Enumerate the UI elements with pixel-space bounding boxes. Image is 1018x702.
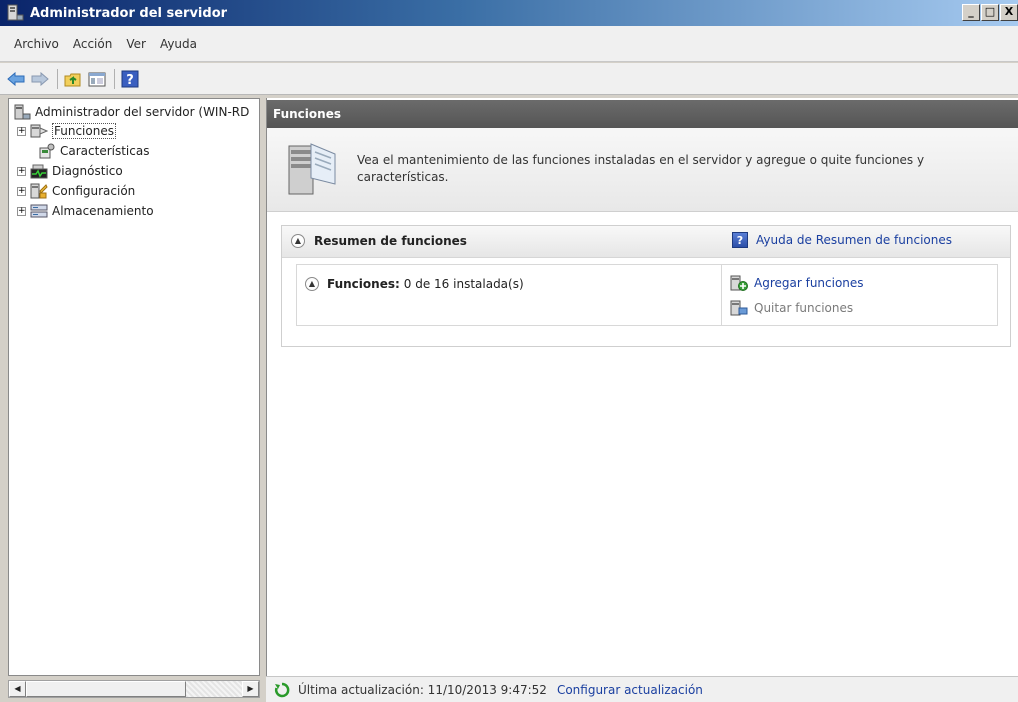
menu-archivo[interactable]: Archivo bbox=[7, 37, 66, 51]
summary-help-link-label: Ayuda de Resumen de funciones bbox=[756, 233, 952, 247]
tree-item-configuracion[interactable]: + Configuración bbox=[17, 182, 135, 200]
scroll-track[interactable] bbox=[186, 681, 242, 697]
storage-icon bbox=[30, 204, 48, 218]
window-controls: _ □ X bbox=[962, 4, 1018, 21]
roles-count-label: Funciones: bbox=[327, 277, 400, 291]
last-update-text: Última actualización: 11/10/2013 9:47:52 bbox=[298, 682, 547, 697]
minimize-button[interactable]: _ bbox=[962, 4, 980, 21]
menu-ayuda[interactable]: Ayuda bbox=[153, 37, 204, 51]
expand-toggle[interactable]: + bbox=[17, 206, 26, 216]
scroll-thumb[interactable] bbox=[26, 681, 186, 697]
remove-roles-link[interactable]: Quitar funciones bbox=[730, 300, 853, 316]
tree-item-label: Almacenamiento bbox=[52, 204, 154, 218]
scroll-left-button[interactable]: ◀ bbox=[9, 681, 26, 697]
summary-header: ▲ Resumen de funciones ? Ayuda de Resume… bbox=[282, 226, 1010, 258]
refresh-icon[interactable] bbox=[274, 682, 290, 698]
tree-item-label: Funciones bbox=[52, 123, 116, 139]
menu-bar: Archivo Acción Ver Ayuda bbox=[0, 26, 1018, 62]
configuration-icon bbox=[30, 183, 48, 199]
roles-count-row: ▲ Funciones: 0 de 16 instalada(s) bbox=[305, 277, 524, 291]
remove-roles-label: Quitar funciones bbox=[754, 301, 854, 315]
roles-actions: Agregar funciones Quitar funciones bbox=[721, 265, 999, 325]
summary-title: Resumen de funciones bbox=[314, 234, 467, 248]
show-hide-pane-icon bbox=[88, 72, 106, 86]
help-button[interactable]: ? bbox=[119, 68, 141, 90]
up-folder-button[interactable] bbox=[62, 68, 84, 90]
toolbar-separator bbox=[57, 68, 58, 89]
configure-refresh-link[interactable]: Configurar actualización bbox=[557, 683, 703, 697]
tree-item-diagnostico[interactable]: + Diagnóstico bbox=[17, 162, 123, 180]
back-icon bbox=[7, 71, 25, 86]
tree-item-label: Configuración bbox=[52, 184, 136, 198]
tree-item-caracteristicas[interactable]: Características bbox=[38, 142, 149, 160]
navigation-tree: Administrador del servidor (WIN-RD + Fun… bbox=[8, 98, 260, 676]
intro-text: Vea el mantenimiento de las funciones in… bbox=[357, 153, 925, 184]
help-icon: ? bbox=[732, 232, 748, 248]
menu-ver[interactable]: Ver bbox=[119, 37, 153, 51]
roles-summary-section: ▲ Resumen de funciones ? Ayuda de Resume… bbox=[281, 225, 1011, 347]
forward-button[interactable] bbox=[29, 68, 51, 90]
features-icon bbox=[39, 143, 55, 159]
tree-item-almacenamiento[interactable]: + Almacenamiento bbox=[17, 202, 154, 220]
summary-help-link[interactable]: ? Ayuda de Resumen de funciones bbox=[732, 232, 952, 248]
expand-toggle[interactable]: + bbox=[17, 186, 26, 196]
content-pane: Funciones Vea el mantenimiento de las fu… bbox=[266, 98, 1018, 676]
back-button[interactable] bbox=[5, 68, 27, 90]
expand-toggle[interactable]: + bbox=[17, 126, 26, 136]
diagnostics-icon bbox=[30, 164, 48, 179]
server-roles-large-icon bbox=[288, 143, 336, 195]
svg-text:?: ? bbox=[126, 73, 134, 88]
tree-horizontal-scrollbar[interactable]: ◀ ▶ bbox=[8, 680, 260, 698]
show-hide-pane-button[interactable] bbox=[86, 68, 108, 90]
tree-root-label: Administrador del servidor (WIN-RD bbox=[35, 105, 250, 119]
expand-toggle[interactable]: + bbox=[17, 166, 26, 176]
intro-panel: Vea el mantenimiento de las funciones in… bbox=[267, 128, 1018, 212]
server-icon bbox=[14, 104, 31, 120]
help-icon: ? bbox=[121, 70, 139, 88]
close-button[interactable]: X bbox=[1000, 4, 1018, 21]
status-bar: Última actualización: 11/10/2013 9:47:52… bbox=[266, 676, 1018, 702]
collapse-summary-button[interactable]: ▲ bbox=[291, 234, 305, 248]
window-title: Administrador del servidor bbox=[30, 5, 228, 21]
toolbar-separator bbox=[114, 68, 115, 89]
content-header: Funciones bbox=[267, 100, 1018, 128]
tree-root[interactable]: Administrador del servidor (WIN-RD bbox=[13, 103, 249, 121]
scroll-right-button[interactable]: ▶ bbox=[242, 681, 259, 697]
add-roles-icon bbox=[730, 275, 748, 291]
up-folder-icon bbox=[64, 73, 81, 86]
roles-status-box: ▲ Funciones: 0 de 16 instalada(s) Agrega… bbox=[296, 264, 998, 326]
server-manager-icon bbox=[7, 4, 24, 21]
tree-item-label: Características bbox=[60, 144, 150, 158]
maximize-button[interactable]: □ bbox=[981, 4, 999, 21]
collapse-roles-button[interactable]: ▲ bbox=[305, 277, 319, 291]
tree-item-label: Diagnóstico bbox=[52, 164, 123, 178]
title-bar: Administrador del servidor _ □ X bbox=[0, 0, 1018, 26]
roles-count-value: 0 de 16 instalada(s) bbox=[403, 277, 524, 291]
toolbar: ? bbox=[0, 63, 1018, 95]
add-roles-label: Agregar funciones bbox=[754, 276, 864, 290]
forward-icon bbox=[31, 71, 49, 86]
add-roles-link[interactable]: Agregar funciones bbox=[730, 275, 864, 291]
tree-item-funciones[interactable]: + Funciones bbox=[17, 122, 116, 140]
roles-icon bbox=[30, 124, 48, 138]
remove-roles-icon bbox=[730, 300, 748, 316]
menu-accion[interactable]: Acción bbox=[66, 37, 119, 51]
